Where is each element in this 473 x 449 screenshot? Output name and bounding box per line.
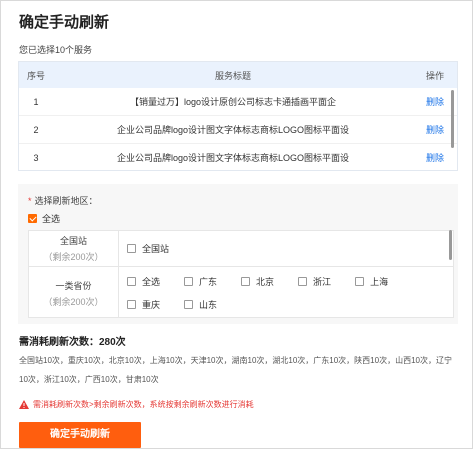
- checkbox-icon: [127, 300, 136, 309]
- region-group-header: 一类省份 （剩余200次）: [29, 267, 119, 317]
- region-scrollbar[interactable]: [449, 230, 452, 260]
- option-label: 浙江: [313, 277, 332, 287]
- delete-link[interactable]: 删除: [413, 151, 457, 164]
- consume-detail: 全国站10次，重庆10次，北京10次，上海10次，天津10次，湖南10次，湖北1…: [19, 356, 452, 384]
- region-option-zhejiang[interactable]: 浙江: [298, 275, 331, 288]
- region-option-national[interactable]: 全国站: [127, 242, 169, 255]
- region-option-guangdong[interactable]: 广东: [184, 275, 217, 288]
- option-label: 全国站: [142, 244, 170, 254]
- region-option-beijing[interactable]: 北京: [241, 275, 274, 288]
- checkbox-icon: [184, 300, 194, 309]
- select-all-checkbox[interactable]: 全选: [28, 212, 60, 225]
- region-row-provinces: 一类省份 （剩余200次） 全选 广东 北京 浙江 上海 重庆 山东: [29, 267, 453, 317]
- header-index: 序号: [26, 70, 45, 81]
- select-all-label: 全选: [42, 214, 61, 224]
- warning-text: 需消耗刷新次数>剩余刷新次数，系统按剩余刷新次数进行消耗: [33, 400, 254, 409]
- header-title: 服务标题: [214, 70, 251, 81]
- checkbox-icon: [184, 277, 194, 286]
- row-index: 1: [33, 96, 39, 107]
- row-index: 2: [33, 124, 39, 135]
- row-title: 【销量过万】logo设计原创公司标志卡通插画平面企: [129, 97, 337, 107]
- region-option-shanghai[interactable]: 上海: [355, 275, 388, 288]
- warning-icon: [19, 400, 29, 409]
- option-label: 广东: [199, 277, 218, 287]
- checkbox-icon: [298, 277, 308, 286]
- service-table: 序号 服务标题 操作 1 【销量过万】logo设计原创公司标志卡通插画平面企 删…: [18, 61, 458, 171]
- option-label: 全选: [142, 277, 161, 287]
- region-option-chongqing[interactable]: 重庆: [127, 298, 160, 311]
- region-table: 全国站 （剩余200次） 全国站 一类省份 （剩余200次） 全选 广东 北京 …: [28, 230, 454, 318]
- header-action: 操作: [425, 70, 444, 81]
- refresh-dialog: 确定手动刷新 您已选择10个服务 序号 服务标题 操作 1 【销量过万】logo…: [0, 0, 473, 449]
- checkbox-icon: [241, 277, 251, 286]
- region-label-text: 选择刷新地区：: [34, 196, 98, 206]
- region-group-header: 全国站 （剩余200次）: [29, 231, 119, 266]
- option-label: 山东: [199, 300, 218, 310]
- table-scrollbar[interactable]: [451, 90, 454, 148]
- table-header: 序号 服务标题 操作: [19, 62, 457, 88]
- table-row: 1 【销量过万】logo设计原创公司标志卡通插画平面企 删除: [19, 88, 457, 116]
- region-group-name: 一类省份: [55, 280, 92, 291]
- row-title: 企业公司品牌logo设计图文字体标志商标LOGO图标平面设: [116, 125, 350, 135]
- region-option-shandong[interactable]: 山东: [184, 298, 217, 311]
- region-options: 全国站: [119, 231, 453, 266]
- consume-count: 需消耗刷新次数：280次: [19, 337, 126, 348]
- option-label: 重庆: [142, 300, 161, 310]
- option-label: 北京: [256, 277, 275, 287]
- checkbox-icon: [127, 244, 136, 253]
- region-option-all[interactable]: 全选: [127, 275, 160, 288]
- row-index: 3: [33, 152, 39, 163]
- region-section: * 选择刷新地区： 全选 全国站 （剩余200次） 全国站 一类省份 （剩余20…: [18, 184, 458, 324]
- row-title: 企业公司品牌logo设计图文字体标志商标LOGO图标平面设: [116, 153, 350, 163]
- region-remaining: （剩余200次）: [43, 252, 104, 262]
- region-row-national: 全国站 （剩余200次） 全国站: [29, 231, 453, 267]
- selected-count-text: 您已选择10个服务: [19, 45, 93, 55]
- table-row: 3 企业公司品牌logo设计图文字体标志商标LOGO图标平面设 删除: [19, 144, 457, 170]
- checkbox-icon: [127, 277, 136, 286]
- region-group-name: 全国站: [59, 236, 87, 246]
- warning-message: 需消耗刷新次数>剩余刷新次数，系统按剩余刷新次数进行消耗: [19, 399, 254, 410]
- region-options: 全选 广东 北京 浙江 上海 重庆 山东: [119, 267, 453, 317]
- option-label: 上海: [370, 277, 389, 287]
- checkbox-checked-icon: [28, 214, 37, 223]
- region-label: * 选择刷新地区：: [28, 194, 98, 207]
- table-row: 2 企业公司品牌logo设计图文字体标志商标LOGO图标平面设 删除: [19, 116, 457, 144]
- required-mark: *: [28, 196, 32, 206]
- dialog-title: 确定手动刷新: [19, 14, 110, 31]
- confirm-refresh-button[interactable]: 确定手动刷新: [19, 422, 141, 448]
- checkbox-icon: [355, 277, 365, 286]
- region-remaining: （剩余200次）: [43, 296, 104, 307]
